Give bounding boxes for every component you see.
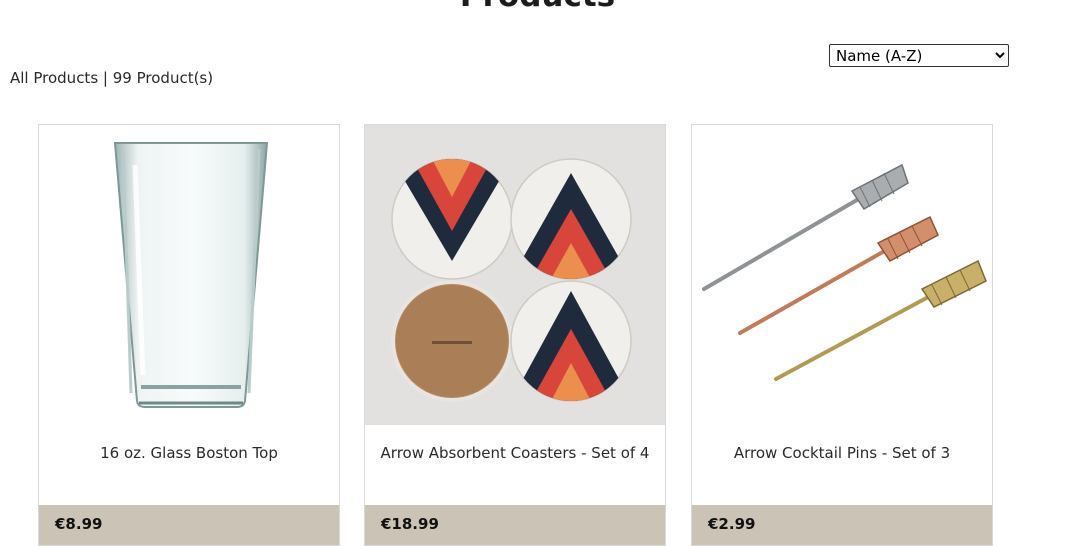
product-card[interactable]: Arrow Absorbent Coasters - Set of 4 €18.…	[364, 124, 666, 546]
price-bar: €8.99	[39, 505, 339, 545]
arrow-cocktail-pins-icon	[702, 163, 987, 381]
product-card[interactable]: Arrow Cocktail Pins - Set of 3 €2.99	[691, 124, 993, 546]
product-image[interactable]	[39, 125, 339, 425]
product-card[interactable]: 16 oz. Glass Boston Top €8.99	[38, 124, 340, 546]
product-name[interactable]: 16 oz. Glass Boston Top	[53, 441, 325, 465]
summary-separator: |	[102, 69, 108, 87]
product-name[interactable]: Arrow Cocktail Pins - Set of 3	[706, 441, 978, 465]
product-count: 99 Product(s)	[112, 69, 214, 87]
pint-glass-icon	[113, 142, 269, 408]
sort-select[interactable]: Name (A-Z)	[829, 44, 1009, 67]
product-price: €18.99	[381, 515, 439, 533]
category-label: All Products	[10, 69, 99, 87]
product-price: €8.99	[55, 515, 103, 533]
arrow-coasters-icon	[365, 125, 665, 425]
product-image[interactable]	[365, 125, 665, 425]
page-title: Products	[0, 0, 1075, 14]
price-bar: €18.99	[365, 505, 665, 545]
product-price: €2.99	[708, 515, 756, 533]
product-summary: All Products | 99 Product(s)	[10, 69, 213, 87]
product-name[interactable]: Arrow Absorbent Coasters - Set of 4	[379, 441, 651, 465]
price-bar: €2.99	[692, 505, 992, 545]
product-image[interactable]	[692, 125, 992, 425]
